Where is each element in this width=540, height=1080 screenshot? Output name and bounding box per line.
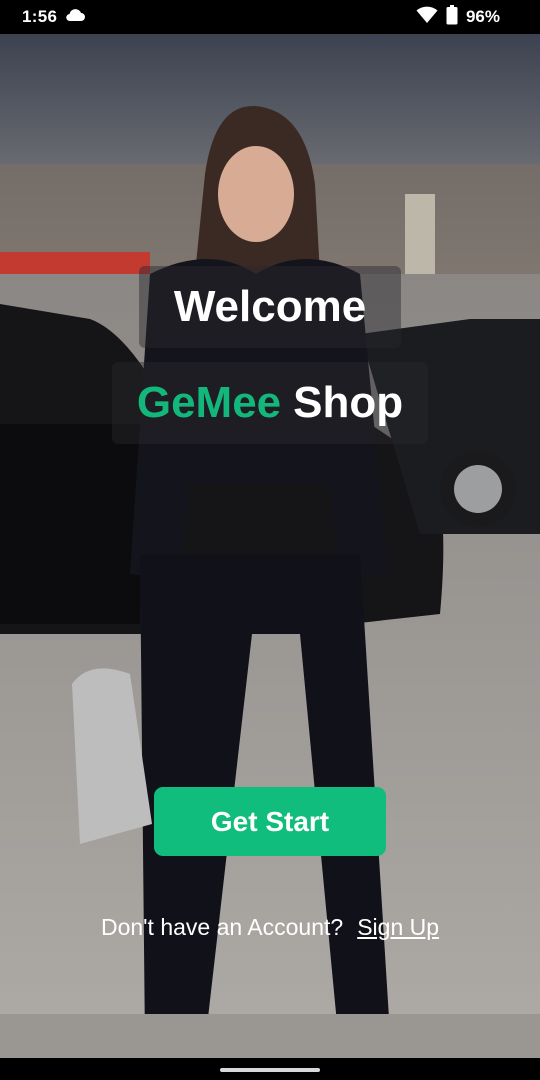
navigation-bar xyxy=(0,1058,540,1080)
wifi-icon xyxy=(416,6,438,29)
welcome-screen: Welcome GeMee Shop Get Start Don't have … xyxy=(0,34,540,1058)
status-time: 1:56 xyxy=(22,7,58,26)
welcome-title: Welcome xyxy=(173,282,367,331)
signup-prompt-row: Don't have an Account? Sign Up xyxy=(0,914,540,941)
brand-banner: GeMee Shop xyxy=(112,362,428,444)
brand-name-rest: Shop xyxy=(293,378,404,427)
cloud-icon xyxy=(65,8,86,27)
signup-link[interactable]: Sign Up xyxy=(357,914,439,941)
signup-prompt-text: Don't have an Account? xyxy=(100,914,344,940)
welcome-banner: Welcome xyxy=(139,266,401,348)
battery-icon xyxy=(446,4,458,30)
background-photo xyxy=(0,34,540,1058)
brand-name-accent: GeMee xyxy=(136,378,282,427)
status-bar: 1:56 96% xyxy=(0,0,540,34)
battery-percent: 96% xyxy=(465,7,500,26)
get-start-button[interactable]: Get Start xyxy=(154,787,386,856)
home-indicator[interactable] xyxy=(220,1068,320,1072)
